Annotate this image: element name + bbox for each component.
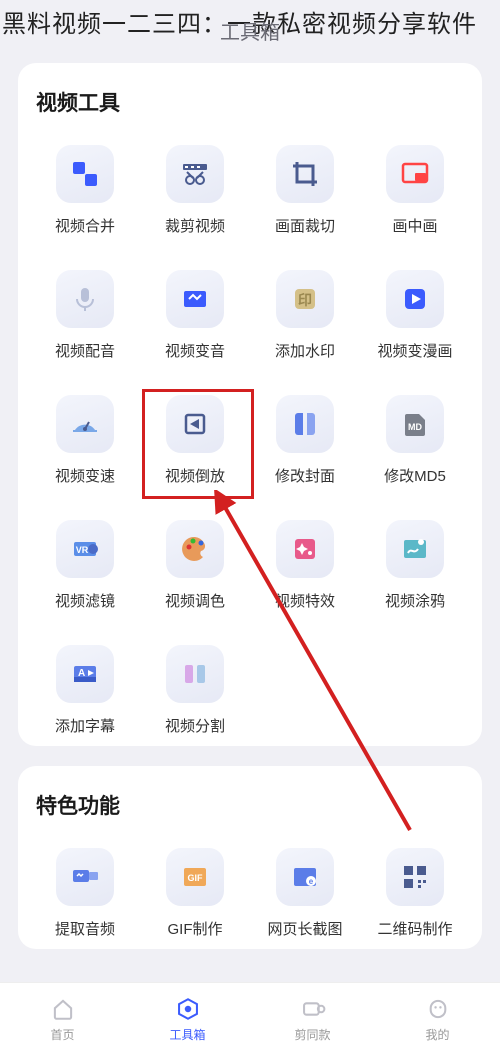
- page-title: 工具箱: [220, 16, 280, 45]
- tool-cartoon[interactable]: 视频变漫画: [366, 270, 464, 361]
- svg-text:e: e: [309, 877, 314, 886]
- template-icon: [300, 996, 326, 1022]
- color-icon: [166, 520, 224, 578]
- tool-label: 修改封面: [275, 465, 335, 486]
- tool-label: 视频涂鸦: [385, 590, 445, 611]
- tool-crop[interactable]: 画面裁切: [256, 145, 354, 236]
- tool-label: 添加字幕: [55, 715, 115, 736]
- tool-subtitle[interactable]: A 添加字幕: [36, 645, 134, 736]
- tool-merge[interactable]: 视频合并: [36, 145, 134, 236]
- section-title-video: 视频工具: [36, 87, 464, 117]
- md5-icon: MD: [386, 395, 444, 453]
- tool-fx[interactable]: 视频特效: [256, 520, 354, 611]
- fx-icon: [276, 520, 334, 578]
- extract-audio-icon: [56, 848, 114, 906]
- tool-label: 视频变速: [55, 465, 115, 486]
- tool-label: 二维码制作: [377, 918, 452, 939]
- featured-gif[interactable]: GIF GIF制作: [146, 848, 244, 939]
- tool-watermark[interactable]: 印添加水印: [256, 270, 354, 361]
- nav-template[interactable]: 剪同款: [250, 983, 375, 1056]
- tool-label: 视频变漫画: [377, 340, 452, 361]
- tool-label: 视频合并: [55, 215, 115, 236]
- longshot-icon: e: [276, 848, 334, 906]
- tool-split[interactable]: 视频分割: [146, 645, 244, 736]
- tool-label: 视频特效: [275, 590, 335, 611]
- tool-label: 视频调色: [165, 590, 225, 611]
- voice-icon: [166, 270, 224, 328]
- svg-text:GIF: GIF: [188, 873, 204, 883]
- home-icon: [50, 996, 76, 1022]
- video-tools-card: 视频工具 视频合并裁剪视频画面裁切画中画视频配音视频变音印添加水印视频变漫画视频…: [18, 63, 482, 746]
- doodle-icon: [386, 520, 444, 578]
- tool-label: GIF制作: [168, 918, 223, 939]
- tool-label: 提取音频: [55, 918, 115, 939]
- nav-toolbox[interactable]: 工具箱: [125, 983, 250, 1056]
- section-title-featured: 特色功能: [36, 790, 464, 820]
- featured-longshot[interactable]: e 网页长截图: [256, 848, 354, 939]
- tool-doodle[interactable]: 视频涂鸦: [366, 520, 464, 611]
- tool-cover[interactable]: 修改封面: [256, 395, 354, 486]
- nav-label: 我的: [425, 1026, 449, 1043]
- tool-label: 网页长截图: [267, 918, 342, 939]
- tool-speed[interactable]: 视频变速: [36, 395, 134, 486]
- crop-icon: [276, 145, 334, 203]
- featured-qrcode[interactable]: 二维码制作: [366, 848, 464, 939]
- speed-icon: [56, 395, 114, 453]
- cover-icon: [276, 395, 334, 453]
- pip-icon: [386, 145, 444, 203]
- tool-label: 画中画: [392, 215, 437, 236]
- svg-text:印: 印: [298, 292, 312, 308]
- merge-icon: [56, 145, 114, 203]
- tool-label: 视频倒放: [165, 465, 225, 486]
- watermark-icon: 印: [276, 270, 334, 328]
- tool-label: 添加水印: [275, 340, 335, 361]
- svg-text:VR: VR: [76, 545, 89, 555]
- nav-home[interactable]: 首页: [0, 983, 125, 1056]
- svg-text:A: A: [78, 668, 85, 679]
- nav-profile[interactable]: 我的: [375, 983, 500, 1056]
- dub-icon: [56, 270, 114, 328]
- tool-label: 修改MD5: [384, 465, 446, 486]
- toolbox-icon: [175, 996, 201, 1022]
- nav-label: 工具箱: [169, 1026, 205, 1043]
- tool-label: 画面裁切: [275, 215, 335, 236]
- tool-voice[interactable]: 视频变音: [146, 270, 244, 361]
- subtitle-icon: A: [56, 645, 114, 703]
- cartoon-icon: [386, 270, 444, 328]
- tool-label: 视频变音: [165, 340, 225, 361]
- reverse-icon: [166, 395, 224, 453]
- tool-pip[interactable]: 画中画: [366, 145, 464, 236]
- tool-label: 视频滤镜: [55, 590, 115, 611]
- tool-label: 裁剪视频: [165, 215, 225, 236]
- profile-icon: [425, 996, 451, 1022]
- split-icon: [166, 645, 224, 703]
- gif-icon: GIF: [166, 848, 224, 906]
- nav-label: 剪同款: [294, 1026, 330, 1043]
- tool-filter[interactable]: VR 视频滤镜: [36, 520, 134, 611]
- featured-extract-audio[interactable]: 提取音频: [36, 848, 134, 939]
- svg-text:MD: MD: [408, 422, 422, 432]
- tool-md5[interactable]: MD 修改MD5: [366, 395, 464, 486]
- tool-dub[interactable]: 视频配音: [36, 270, 134, 361]
- featured-card: 特色功能 提取音频 GIF GIF制作 e 网页长截图 二维码制作: [18, 766, 482, 949]
- tool-label: 视频配音: [55, 340, 115, 361]
- nav-label: 首页: [50, 1026, 74, 1043]
- bottom-nav: 首页 工具箱 剪同款 我的: [0, 982, 500, 1056]
- tool-reverse[interactable]: 视频倒放: [146, 395, 244, 486]
- filter-icon: VR: [56, 520, 114, 578]
- tool-trim[interactable]: 裁剪视频: [146, 145, 244, 236]
- tool-label: 视频分割: [165, 715, 225, 736]
- tool-color[interactable]: 视频调色: [146, 520, 244, 611]
- qrcode-icon: [386, 848, 444, 906]
- trim-icon: [166, 145, 224, 203]
